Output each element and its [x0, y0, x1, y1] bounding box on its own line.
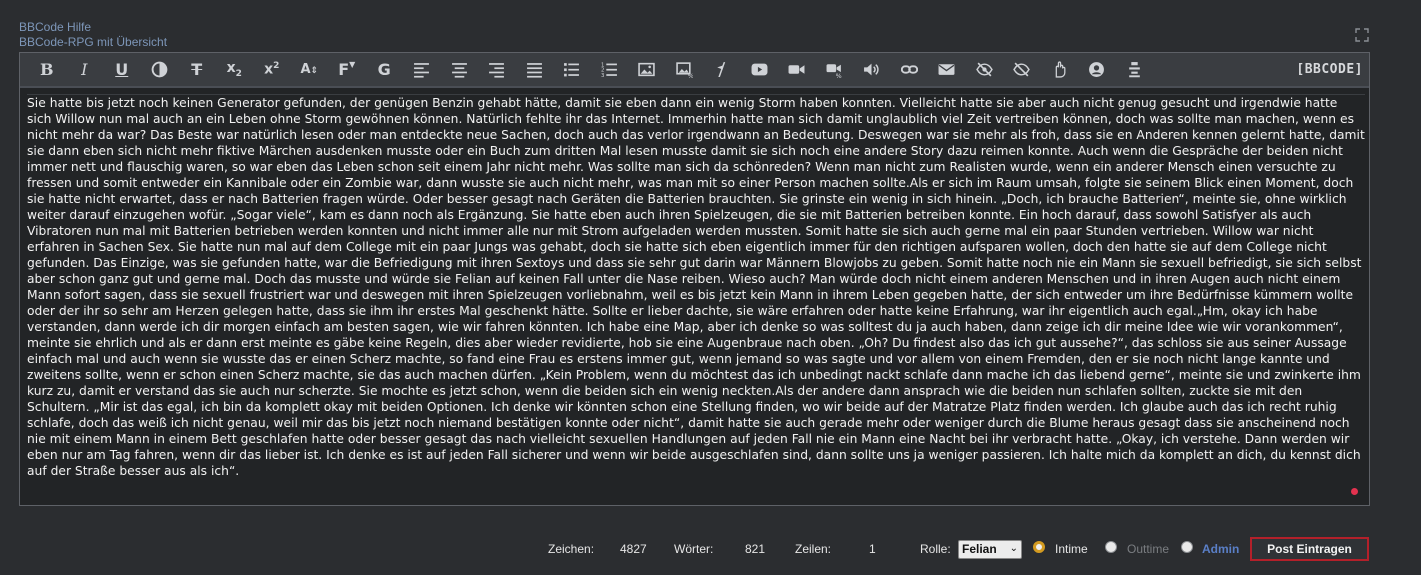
editor-toolbar: B I U T x2 x2 A⇕ F▼ G 123 % % [BBCODE] [20, 53, 1369, 88]
font-family-icon[interactable]: F▼ [328, 55, 366, 85]
admin-radio[interactable] [1181, 541, 1193, 553]
youtube-icon[interactable] [741, 55, 779, 85]
bold-icon[interactable]: B [28, 55, 66, 85]
video-resize-icon[interactable]: % [816, 55, 854, 85]
image-resize-icon[interactable]: % [666, 55, 704, 85]
font-size-icon[interactable]: A⇕ [291, 55, 329, 85]
image-icon[interactable] [628, 55, 666, 85]
hide-icon[interactable] [966, 55, 1004, 85]
post-submit-button[interactable]: Post Eintragen [1250, 537, 1369, 561]
underline-icon[interactable]: U [103, 55, 141, 85]
spellcheck-indicator [1351, 488, 1358, 495]
svg-text:3: 3 [601, 73, 604, 78]
role-select[interactable]: Felian ⌄ [958, 540, 1022, 559]
strikethrough-icon[interactable]: T [178, 55, 216, 85]
align-justify-icon[interactable] [516, 55, 554, 85]
audio-icon[interactable] [853, 55, 891, 85]
lines-label: Zeilen: [795, 542, 832, 556]
role-label: Rolle: [920, 542, 951, 556]
editor-statusbar: Zeichen: 4827 Wörter: 821 Zeilen: 1 Roll… [0, 537, 1421, 561]
intime-label: Intime [1055, 542, 1088, 556]
bbcode-toggle-button[interactable]: [BBCODE] [1296, 62, 1363, 77]
role-selected-value: Felian [962, 542, 997, 556]
hand-icon[interactable] [1041, 55, 1079, 85]
align-left-icon[interactable] [403, 55, 441, 85]
outtime-radio[interactable] [1105, 541, 1117, 553]
google-icon[interactable]: G [366, 55, 404, 85]
align-center-icon[interactable] [441, 55, 479, 85]
superscript-icon[interactable]: x2 [253, 55, 291, 85]
intime-radio[interactable] [1033, 541, 1045, 553]
admin-label: Admin [1202, 542, 1240, 556]
svg-text:%: % [687, 72, 692, 78]
help-links: BBCode Hilfe BBCode-RPG mit Übersicht [19, 20, 167, 50]
chars-value: 4827 [620, 542, 647, 556]
link-icon[interactable] [891, 55, 929, 85]
outtime-label: Outtime [1127, 542, 1170, 556]
post-textarea[interactable]: Sie hatte bis jetzt noch keinen Generato… [27, 94, 1365, 500]
bbcode-rpg-link[interactable]: BBCode-RPG mit Übersicht [19, 35, 167, 50]
bbcode-help-link[interactable]: BBCode Hilfe [19, 20, 167, 35]
user-icon[interactable] [1078, 55, 1116, 85]
align-right-icon[interactable] [478, 55, 516, 85]
post-text: Sie hatte bis jetzt noch keinen Generato… [27, 96, 1365, 478]
words-value: 821 [745, 542, 766, 556]
lines-value: 1 [869, 542, 876, 556]
email-icon[interactable] [928, 55, 966, 85]
spoiler-icon[interactable] [1116, 55, 1154, 85]
flag-icon[interactable] [703, 55, 741, 85]
contrast-icon[interactable] [141, 55, 179, 85]
chevron-down-icon: ⌄ [1009, 543, 1018, 554]
bbcode-editor: B I U T x2 x2 A⇕ F▼ G 123 % % [BBCODE] S… [19, 52, 1370, 506]
fullscreen-icon[interactable] [1355, 28, 1369, 42]
italic-icon[interactable]: I [66, 55, 104, 85]
subscript-icon[interactable]: x2 [216, 55, 254, 85]
numbered-list-icon[interactable]: 123 [591, 55, 629, 85]
svg-text:%: % [835, 72, 841, 78]
words-label: Wörter: [674, 542, 714, 556]
bullet-list-icon[interactable] [553, 55, 591, 85]
chars-label: Zeichen: [548, 542, 595, 556]
hide-alt-icon[interactable] [1003, 55, 1041, 85]
video-icon[interactable] [778, 55, 816, 85]
